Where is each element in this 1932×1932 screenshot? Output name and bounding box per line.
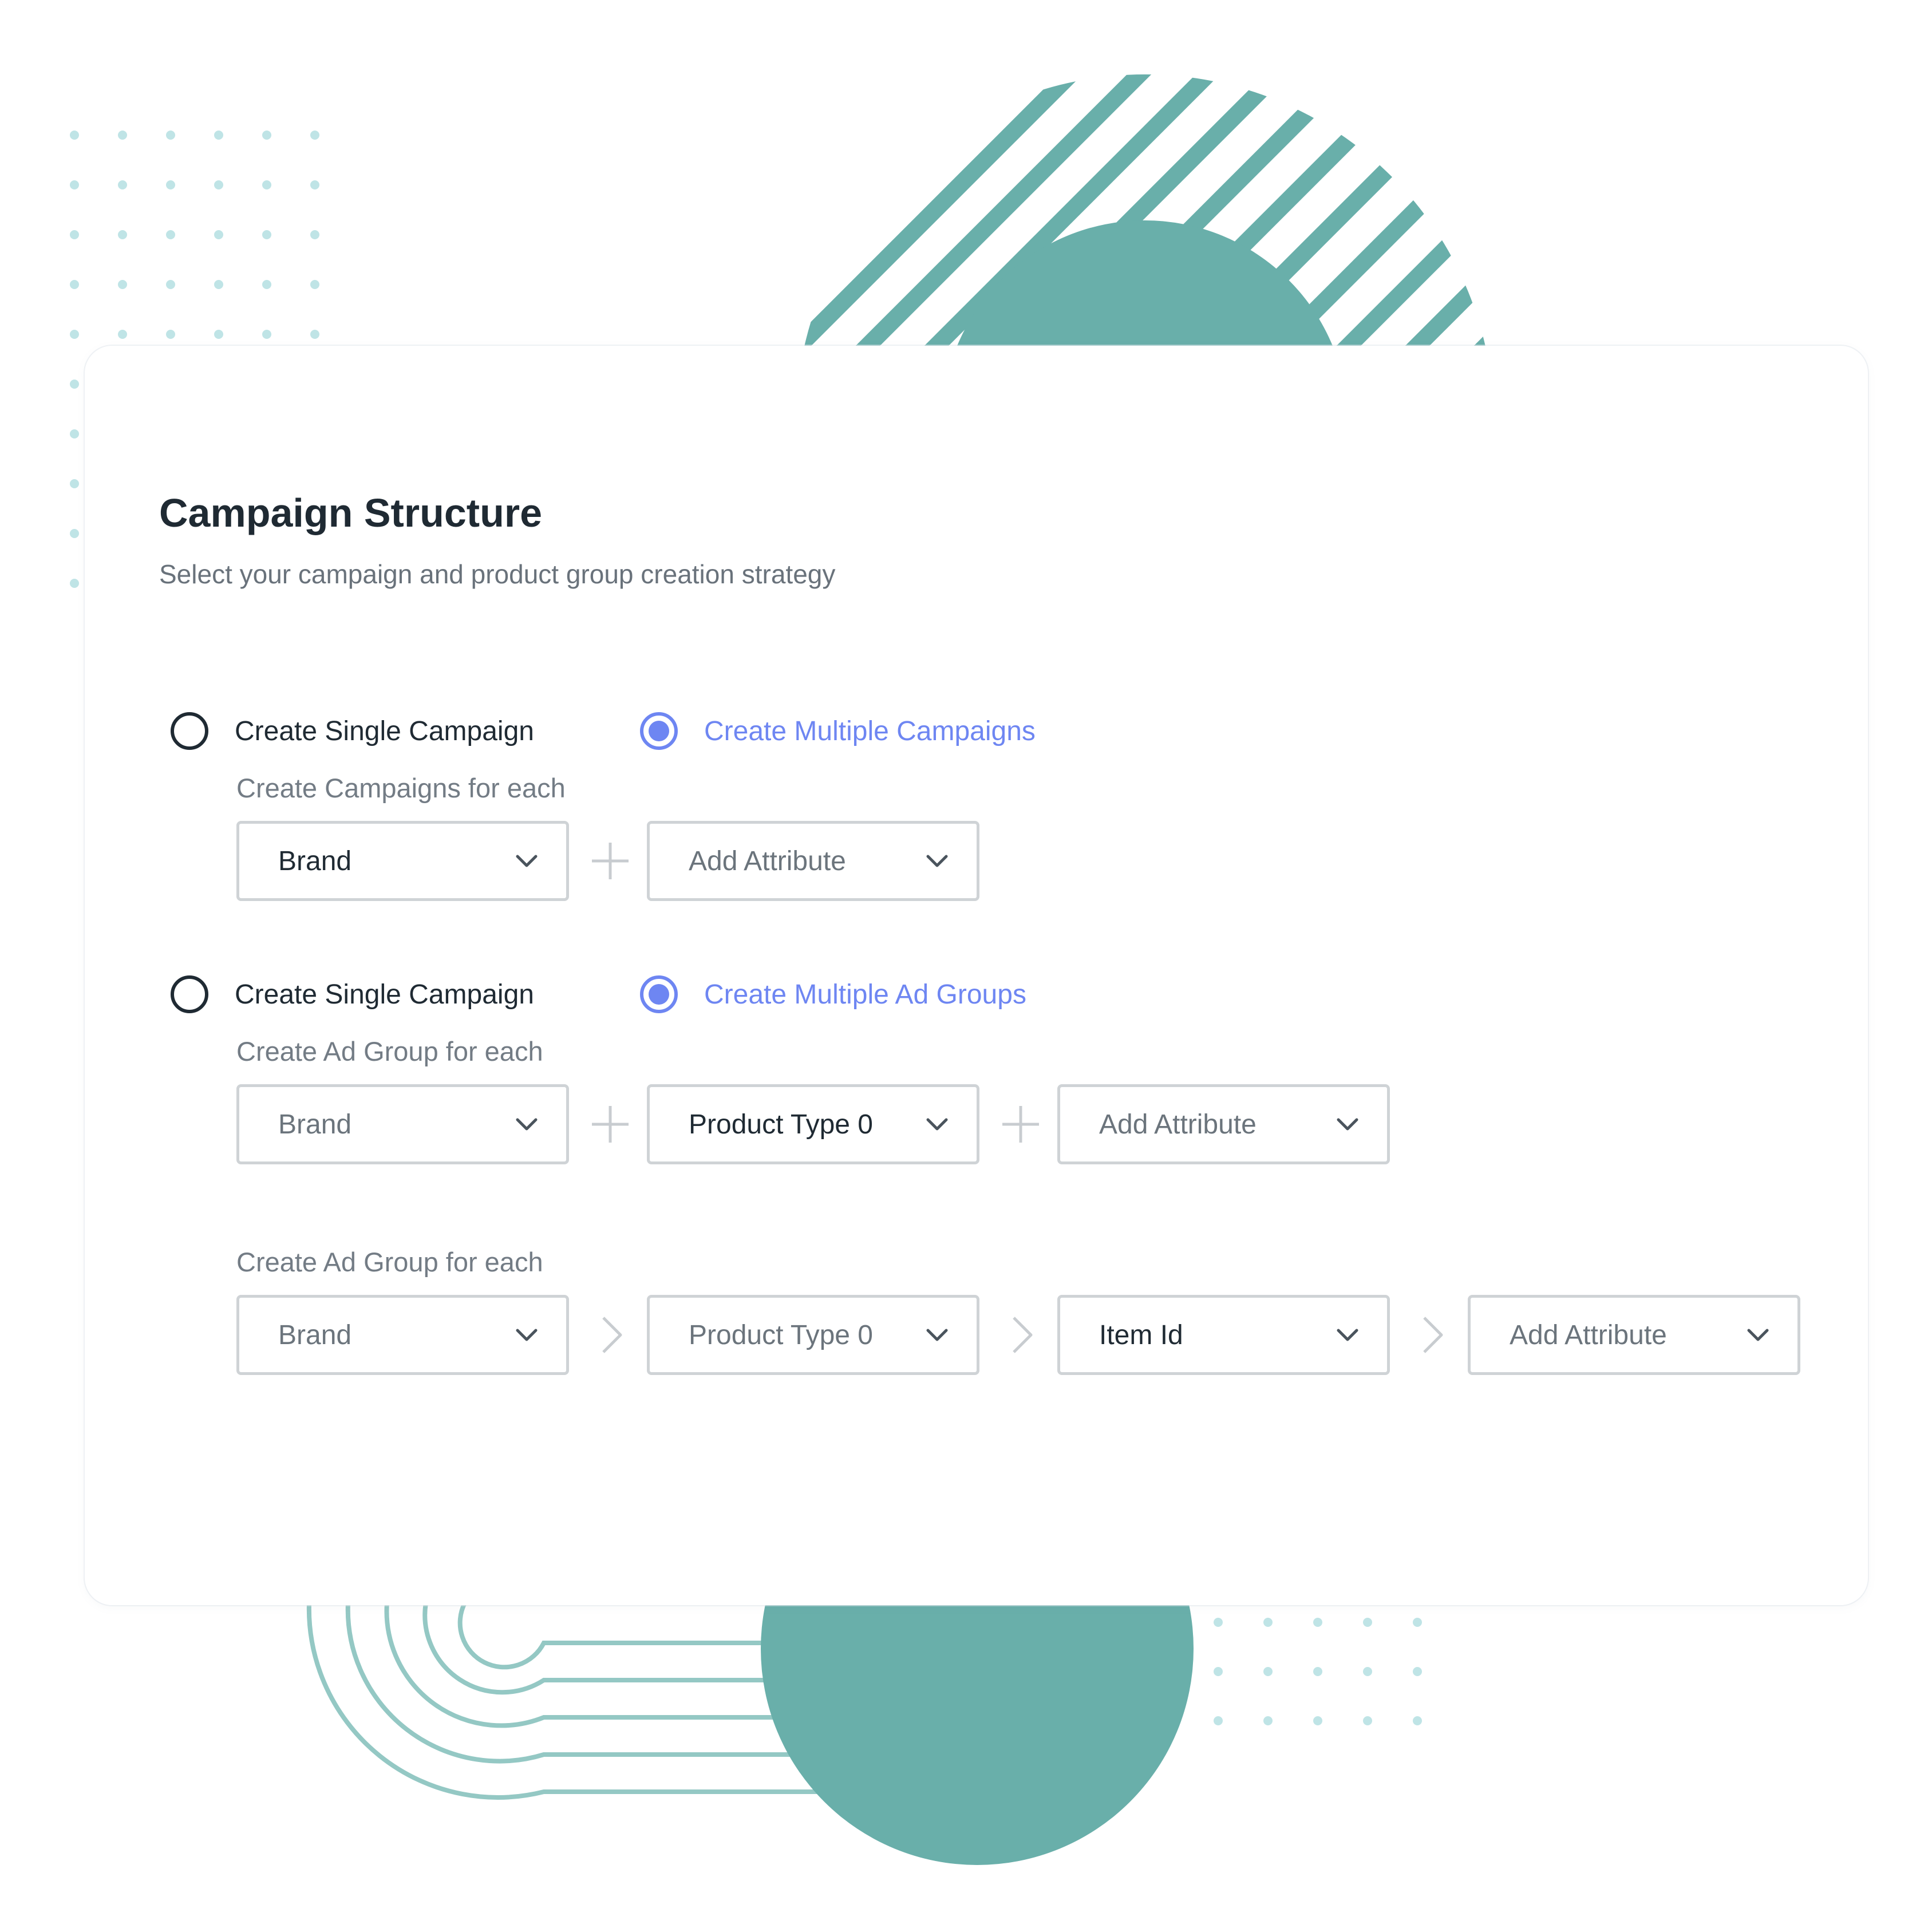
chevron-down-icon <box>516 855 538 867</box>
chevron-right-icon <box>1013 1317 1033 1353</box>
radio-label: Create Multiple Campaigns <box>704 716 1036 746</box>
radio-create-single-campaign-2[interactable]: Create Single Campaign <box>171 975 534 1013</box>
chevron-down-icon <box>926 1329 948 1341</box>
dropdown-value: Brand <box>278 1109 352 1140</box>
adgroup-add-attribute-dropdown[interactable]: Add Attribute <box>1057 1084 1390 1164</box>
dot-grid-bottom <box>1214 1618 1422 1725</box>
radio-label: Create Multiple Ad Groups <box>704 979 1026 1010</box>
plus-icon <box>1002 1106 1039 1143</box>
chevron-down-icon <box>1747 1329 1769 1341</box>
chevron-right-icon <box>602 1317 622 1353</box>
hierarchy-dropdown-product-type[interactable]: Product Type 0 <box>647 1295 979 1375</box>
arc-lines-decoration <box>306 1602 836 1800</box>
radio-unchecked-icon <box>171 712 208 750</box>
radio-unchecked-icon <box>171 975 208 1013</box>
radio-checked-icon <box>640 975 678 1013</box>
campaign-add-attribute-dropdown[interactable]: Add Attribute <box>647 821 979 901</box>
radio-create-single-campaign[interactable]: Create Single Campaign <box>171 712 534 750</box>
adgroup-attribute-dropdown-product-type[interactable]: Product Type 0 <box>647 1084 979 1164</box>
hierarchy-group-label: Create Ad Group for each <box>236 1247 543 1277</box>
dropdown-value: Brand <box>278 846 352 876</box>
hierarchy-dropdown-item-id[interactable]: Item Id <box>1057 1295 1390 1375</box>
dropdown-value: Brand <box>278 1319 352 1350</box>
plus-icon <box>592 1106 629 1143</box>
plus-icon <box>592 843 629 879</box>
radio-checked-icon <box>640 712 678 750</box>
dropdown-value: Add Attribute <box>1510 1319 1667 1350</box>
campaign-attribute-dropdown-brand[interactable]: Brand <box>236 821 569 901</box>
chevron-right-icon <box>1423 1317 1443 1353</box>
dropdown-value: Item Id <box>1099 1319 1183 1350</box>
radio-create-multiple-ad-groups[interactable]: Create Multiple Ad Groups <box>640 975 1026 1013</box>
campaigns-group-label: Create Campaigns for each <box>236 773 566 803</box>
adgroup-attribute-dropdown-brand[interactable]: Brand <box>236 1084 569 1164</box>
chevron-down-icon <box>1337 1329 1358 1341</box>
radio-label: Create Single Campaign <box>235 979 534 1010</box>
chevron-down-icon <box>516 1329 538 1341</box>
chevron-down-icon <box>516 1118 538 1131</box>
radio-label: Create Single Campaign <box>235 716 534 746</box>
radio-create-multiple-campaigns[interactable]: Create Multiple Campaigns <box>640 712 1036 750</box>
dropdown-value: Product Type 0 <box>689 1109 873 1140</box>
dropdown-value: Product Type 0 <box>689 1319 873 1350</box>
dropdown-value: Add Attribute <box>689 846 846 876</box>
dropdown-value: Add Attribute <box>1099 1109 1257 1140</box>
page-subtitle: Select your campaign and product group c… <box>159 559 836 589</box>
hierarchy-add-attribute-dropdown[interactable]: Add Attribute <box>1468 1295 1800 1375</box>
chevron-down-icon <box>1337 1118 1358 1131</box>
hierarchy-dropdown-brand[interactable]: Brand <box>236 1295 569 1375</box>
chevron-down-icon <box>926 855 948 867</box>
campaign-structure-card: Campaign Structure Select your campaign … <box>85 346 1868 1605</box>
chevron-down-icon <box>926 1118 948 1131</box>
adgroups-group-label: Create Ad Group for each <box>236 1036 543 1066</box>
page-title: Campaign Structure <box>159 491 542 535</box>
